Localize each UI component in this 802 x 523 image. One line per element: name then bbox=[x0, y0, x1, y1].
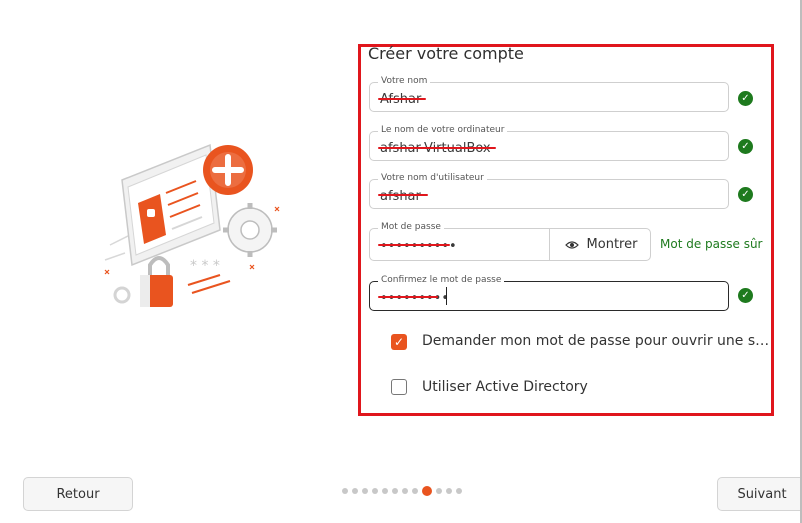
confirm-password-label: Confirmez le mot de passe bbox=[378, 275, 505, 285]
password-value: •••••••••• bbox=[380, 239, 457, 254]
step-dot bbox=[382, 488, 388, 494]
confirm-password-field[interactable]: Confirmez le mot de passe ••••••••• bbox=[369, 275, 729, 311]
step-dot-active bbox=[422, 486, 432, 496]
step-dot bbox=[446, 488, 452, 494]
step-indicator bbox=[342, 486, 462, 496]
redaction-mark bbox=[378, 98, 426, 100]
back-button[interactable]: Retour bbox=[23, 477, 133, 511]
username-label: Votre nom d'utilisateur bbox=[378, 173, 487, 183]
step-dot bbox=[436, 488, 442, 494]
step-dot bbox=[362, 488, 368, 494]
check-circle-icon: ✓ bbox=[738, 91, 753, 106]
confirm-password-value: ••••••••• bbox=[380, 291, 450, 306]
step-dot bbox=[352, 488, 358, 494]
require-password-label[interactable]: Demander mon mot de passe pour ouvrir un… bbox=[422, 333, 769, 349]
check-circle-icon: ✓ bbox=[738, 139, 753, 154]
username-field[interactable]: Votre nom d'utilisateur afshar bbox=[369, 173, 729, 209]
password-strength: Mot de passe sûr bbox=[660, 237, 763, 251]
computer-name-label: Le nom de votre ordinateur bbox=[378, 125, 508, 135]
active-directory-label[interactable]: Utiliser Active Directory bbox=[422, 379, 588, 395]
check-circle-icon: ✓ bbox=[738, 187, 753, 202]
redaction-mark bbox=[378, 147, 496, 149]
password-field[interactable]: Mot de passe •••••••••• Montrer bbox=[369, 222, 652, 261]
computer-name-field[interactable]: Le nom de votre ordinateur afshar-Virtua… bbox=[369, 125, 729, 161]
require-password-checkbox[interactable]: ✓ bbox=[391, 334, 407, 350]
password-label: Mot de passe bbox=[378, 222, 444, 232]
redaction-mark bbox=[378, 296, 438, 298]
checkmark-icon: ✓ bbox=[393, 335, 405, 349]
security-illustration: * * * bbox=[100, 125, 300, 325]
step-dot bbox=[456, 488, 462, 494]
step-dot bbox=[402, 488, 408, 494]
step-dot bbox=[412, 488, 418, 494]
name-field[interactable]: Votre nom Afshar bbox=[369, 76, 729, 112]
active-directory-checkbox[interactable] bbox=[391, 379, 407, 395]
username-value: afshar bbox=[380, 189, 421, 204]
next-button[interactable]: Suivant bbox=[717, 477, 802, 511]
svg-text:* * *: * * * bbox=[190, 258, 220, 274]
step-dot bbox=[342, 488, 348, 494]
check-circle-icon: ✓ bbox=[738, 288, 753, 303]
eye-icon bbox=[564, 240, 579, 249]
text-cursor bbox=[446, 287, 447, 305]
step-dot bbox=[372, 488, 378, 494]
show-password-label: Montrer bbox=[586, 237, 638, 252]
name-label: Votre nom bbox=[378, 76, 431, 86]
show-password-button[interactable]: Montrer bbox=[549, 229, 652, 260]
redaction-mark bbox=[378, 194, 428, 196]
step-dot bbox=[392, 488, 398, 494]
redaction-mark bbox=[378, 244, 450, 246]
page-title: Créer votre compte bbox=[368, 44, 524, 63]
